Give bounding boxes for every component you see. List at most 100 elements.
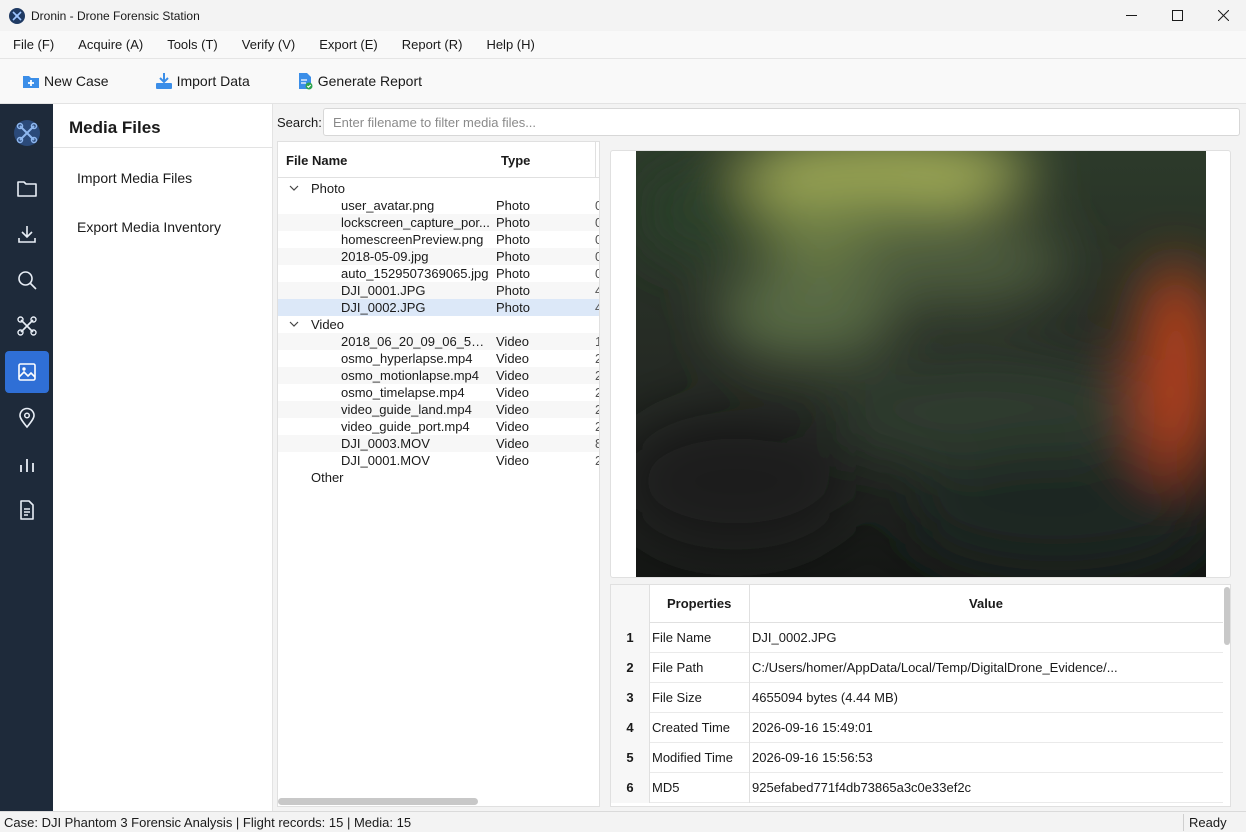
row-index: 2 [611,653,650,683]
new-case-icon [22,72,40,90]
vertical-scrollbar[interactable] [1224,587,1230,645]
file-extra: 4 [595,282,599,299]
search-icon[interactable] [5,259,49,301]
file-name: user_avatar.png [341,198,435,213]
tree-row[interactable]: user_avatar.png Photo 0 [278,197,599,214]
image-preview [636,151,1206,577]
property-name: File Size [652,690,702,705]
menu-bar: File (F) Acquire (A) Tools (T) Verify (V… [0,31,1246,59]
tree-row[interactable]: DJI_0003.MOV Video 8 [278,435,599,452]
import-data-icon [155,72,173,90]
file-name: 2018_06_20_09_06_58.m... [341,334,491,349]
download-icon[interactable] [5,213,49,255]
file-name: video_guide_land.mp4 [341,402,472,417]
property-value: 2026-09-16 15:49:01 [752,720,873,735]
category-label: Video [311,317,345,332]
menu-tools[interactable]: Tools (T) [167,37,218,52]
bar-chart-icon[interactable] [5,443,49,485]
tree-row[interactable]: osmo_motionlapse.mp4 Video 2 [278,367,599,384]
new-case-button[interactable]: New Case [22,72,109,90]
tree-category-other[interactable]: Other [278,469,599,486]
image-icon[interactable] [5,351,49,393]
search-input[interactable] [323,108,1240,136]
file-name: DJI_0003.MOV [341,436,430,451]
page-title: Media Files [69,118,161,137]
menu-file[interactable]: File (F) [13,37,54,52]
title-bar: Dronin - Drone Forensic Station [0,0,1246,31]
file-type: Photo [496,232,530,247]
location-pin-icon[interactable] [5,397,49,439]
tree-row[interactable]: video_guide_land.mp4 Video 2 [278,401,599,418]
table-row[interactable]: 2 File Path C:/Users/homer/AppData/Local… [611,653,1223,683]
document-icon[interactable] [5,489,49,531]
file-name: 2018-05-09.jpg [341,249,429,264]
maximize-icon[interactable] [1154,0,1200,31]
horizontal-scrollbar[interactable] [278,798,478,805]
file-extra: 0 [595,231,599,248]
tree-row[interactable]: video_guide_port.mp4 Video 2 [278,418,599,435]
tree-row[interactable]: osmo_timelapse.mp4 Video 2 [278,384,599,401]
column-divider[interactable] [595,142,596,178]
menu-report[interactable]: Report (R) [402,37,463,52]
tree-category-photo[interactable]: Photo [278,180,599,197]
tree-row-selected[interactable]: DJI_0002.JPG Photo 4 [278,299,599,316]
menu-export[interactable]: Export (E) [319,37,378,52]
property-name: File Name [652,630,712,645]
file-extra: 1 [595,333,599,350]
tree-category-video[interactable]: Video [278,316,599,333]
properties-table: Properties Value 1 File Name DJI_0002.JP… [610,584,1231,807]
file-type: Video [496,368,530,383]
tree-row[interactable]: auto_1529507369065.jpg Photo 0 [278,265,599,282]
tree-row[interactable]: 2018-05-09.jpg Photo 0 [278,248,599,265]
status-divider [1183,814,1184,831]
file-type: Video [496,436,530,451]
file-type: Photo [496,300,530,315]
drone-logo-icon [9,7,25,24]
table-row[interactable]: 4 Created Time 2026-09-16 15:49:01 [611,713,1223,743]
property-name: Created Time [652,720,731,735]
generate-report-button[interactable]: Generate Report [296,72,422,90]
file-name: auto_1529507369065.jpg [341,266,489,281]
minimize-icon[interactable] [1108,0,1154,31]
tree-row[interactable]: DJI_0001.JPG Photo 4 [278,282,599,299]
file-type: Video [496,419,530,434]
file-extra: 2 [595,401,599,418]
file-name: homescreenPreview.png [341,232,484,247]
import-data-button[interactable]: Import Data [155,72,250,90]
tree-row[interactable]: DJI_0001.MOV Video 2 [278,452,599,469]
table-row[interactable]: 1 File Name DJI_0002.JPG [611,623,1223,653]
file-type: Video [496,334,530,349]
file-type: Video [496,385,530,400]
column-header-type[interactable]: Type [501,153,530,168]
column-header-value[interactable]: Value [750,596,1222,611]
tree-row[interactable]: lockscreen_capture_por... Photo 0 [278,214,599,231]
row-index-header [611,585,650,623]
file-name: DJI_0001.MOV [341,453,430,468]
table-row[interactable]: 3 File Size 4655094 bytes (4.44 MB) [611,683,1223,713]
file-type: Video [496,453,530,468]
folder-icon[interactable] [5,167,49,209]
menu-acquire[interactable]: Acquire (A) [78,37,143,52]
tree-row[interactable]: homescreenPreview.png Photo 0 [278,231,599,248]
import-media-files-link[interactable]: Import Media Files [77,170,192,186]
tree-row[interactable]: osmo_hyperlapse.mp4 Video 2 [278,350,599,367]
close-icon[interactable] [1200,0,1246,31]
drone-logo-icon[interactable] [5,112,49,154]
nav-rail [0,104,53,811]
table-row[interactable]: 5 Modified Time 2026-09-16 15:56:53 [611,743,1223,773]
tree-row[interactable]: 2018_06_20_09_06_58.m... Video 1 [278,333,599,350]
row-index: 4 [611,713,650,743]
property-value: DJI_0002.JPG [752,630,837,645]
report-icon [296,72,314,90]
menu-verify[interactable]: Verify (V) [242,37,295,52]
property-value: C:/Users/homer/AppData/Local/Temp/Digita… [752,660,1118,675]
file-type: Photo [496,283,530,298]
table-row[interactable]: 6 MD5 925efabed771f4db73865a3c0e33ef2c [611,773,1223,803]
menu-help[interactable]: Help (H) [486,37,534,52]
export-media-inventory-link[interactable]: Export Media Inventory [77,219,221,235]
new-case-label: New Case [44,73,109,89]
drone-icon[interactable] [5,305,49,347]
file-name: lockscreen_capture_por... [341,215,490,230]
column-header-properties[interactable]: Properties [667,596,731,611]
column-header-file-name[interactable]: File Name [286,153,347,168]
